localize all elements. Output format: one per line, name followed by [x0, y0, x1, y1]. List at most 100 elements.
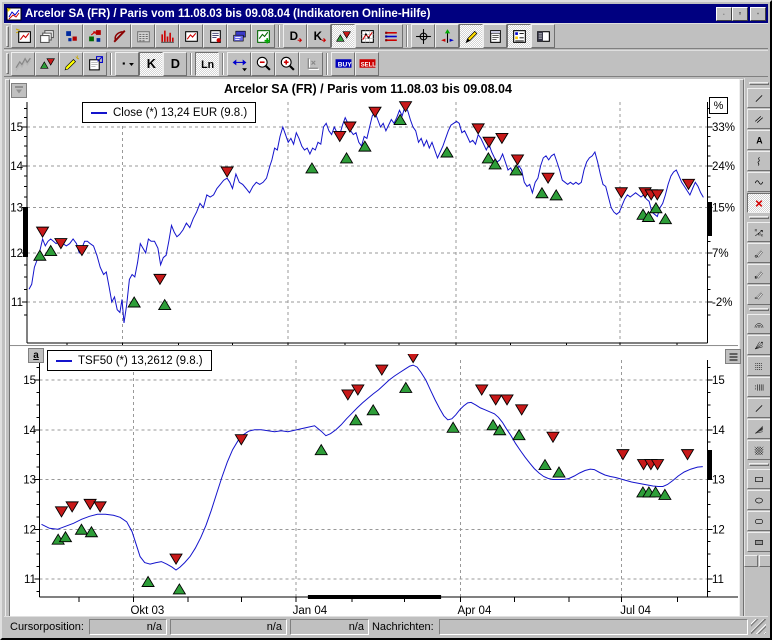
parallel-pen-tool[interactable]: =	[747, 285, 771, 305]
svg-text:A: A	[756, 135, 763, 145]
report-button[interactable]	[203, 24, 227, 48]
svg-text:Ln: Ln	[201, 59, 214, 71]
gd-line-tool[interactable]: G	[747, 243, 771, 263]
trend-channel-tool[interactable]: RMK	[747, 222, 771, 242]
trend-line-tool[interactable]	[747, 398, 771, 418]
toolbar-grip[interactable]	[749, 216, 769, 219]
buy-sell-signals-button[interactable]	[35, 52, 59, 76]
svg-text:G: G	[754, 253, 757, 258]
draw-zigzag-tool[interactable]	[747, 151, 771, 171]
svg-text:K: K	[313, 30, 322, 43]
linked-scatter-button[interactable]	[83, 24, 107, 48]
delete-object-tool[interactable]	[747, 193, 771, 213]
draw-line-tool[interactable]	[747, 88, 771, 108]
annotation-button[interactable]: a	[28, 348, 44, 363]
buy-order-button[interactable]: BUY	[331, 52, 355, 76]
indicator-off-button[interactable]	[107, 24, 131, 48]
new-chart-button[interactable]	[11, 24, 35, 48]
toolbar-scroll-left-button[interactable]	[744, 555, 758, 567]
minimize-button[interactable]	[716, 7, 732, 21]
draw-mode-button[interactable]	[459, 24, 483, 48]
left-splitter[interactable]	[5, 79, 10, 619]
histogram-button[interactable]	[155, 24, 179, 48]
marker-pen-button[interactable]	[59, 52, 83, 76]
pane-menu-button[interactable]	[725, 349, 741, 364]
toolbar-grip[interactable]	[749, 463, 769, 466]
toolbar-separator	[406, 25, 408, 47]
fibonacci-retracement-tool[interactable]	[747, 356, 771, 376]
line-chart-button[interactable]	[179, 24, 203, 48]
vertical-grid-tool[interactable]	[747, 377, 771, 397]
object-list-button[interactable]	[507, 24, 531, 48]
draw-parallel-tool[interactable]	[747, 109, 771, 129]
y-axis-label-right: 7%	[712, 248, 729, 260]
add-chart-button[interactable]	[251, 24, 275, 48]
indicator-lines-button[interactable]	[379, 24, 403, 48]
scatter-button[interactable]	[59, 24, 83, 48]
fit-width-button[interactable]	[227, 52, 251, 76]
zigzag-button[interactable]	[11, 52, 35, 76]
zoom-out-button[interactable]	[251, 52, 275, 76]
daily-data-button[interactable]: D	[283, 24, 307, 48]
maximize-button[interactable]	[732, 7, 748, 21]
y-axis-label-right: 12	[712, 524, 725, 536]
candle-chart-button[interactable]: K	[139, 52, 163, 76]
y-axis-label-left: 11	[24, 574, 36, 586]
close-button[interactable]	[750, 7, 766, 21]
toolbar-separator	[110, 53, 112, 75]
signal-chart-button[interactable]	[355, 24, 379, 48]
toolbar-grip[interactable]	[6, 53, 9, 74]
toolbar-grip[interactable]	[749, 82, 769, 85]
y-axis-label-left: 13	[10, 203, 23, 215]
ed-line-tool[interactable]: E	[747, 264, 771, 284]
grid-hatch-tool[interactable]	[747, 440, 771, 460]
bar-chart-button[interactable]: D	[163, 52, 187, 76]
toolbar-grip[interactable]	[6, 26, 9, 47]
chart-canvas[interactable]: 1533%1424%1315%127%11-2%1515141413131212…	[4, 78, 744, 620]
y-axis-label-right: 11	[712, 574, 724, 586]
sell-order-button[interactable]: SELL	[355, 52, 379, 76]
y-axis-label-right: 14	[712, 425, 725, 437]
tsf50-series-color	[56, 360, 72, 362]
pane-collapse-button[interactable]	[11, 83, 27, 98]
quote-board-button[interactable]	[131, 24, 155, 48]
x-axis-highlight	[308, 595, 441, 599]
properties-button[interactable]	[83, 52, 107, 76]
y-axis-label-left: 14	[10, 161, 23, 173]
toolbar-grip[interactable]	[749, 308, 769, 311]
split-layout-button[interactable]	[531, 24, 555, 48]
fibonacci-arcs-tool[interactable]	[747, 314, 771, 334]
speed-lines-tool[interactable]	[747, 419, 771, 439]
crosshair-button[interactable]	[411, 24, 435, 48]
notes-button[interactable]	[483, 24, 507, 48]
rectangle-tool[interactable]	[747, 469, 771, 489]
app-window: Arcelor SA (FR) / Paris vom 11.08.03 bis…	[0, 0, 772, 640]
price-plot-area[interactable]	[27, 102, 708, 343]
chart-title: Arcelor SA (FR) / Paris vom 11.08.03 bis…	[44, 82, 692, 96]
portfolio-button[interactable]	[227, 24, 251, 48]
filled-rect-tool[interactable]	[747, 532, 771, 552]
line-width-button[interactable]	[115, 52, 139, 76]
tsf50-plot-area[interactable]	[40, 360, 708, 597]
cursor-x-value: n/a	[89, 619, 167, 635]
signals-button[interactable]	[331, 24, 355, 48]
draw-text-tool[interactable]: A	[747, 130, 771, 150]
gann-fan-tool[interactable]	[747, 335, 771, 355]
y-axis-label-left: 15	[23, 375, 36, 387]
log-scale-button[interactable]: Ln	[195, 52, 219, 76]
zoom-in-button[interactable]	[275, 52, 299, 76]
draw-wave-tool[interactable]	[747, 172, 771, 192]
tsf50-legend[interactable]: TSF50 (*) 13,2612 (9.8.)	[47, 350, 212, 371]
percent-scale-button[interactable]: %	[709, 97, 728, 114]
axis-pan-button[interactable]	[299, 52, 323, 76]
title-bar[interactable]: Arcelor SA (FR) / Paris vom 11.08.03 bis…	[4, 4, 768, 23]
ellipse-tool[interactable]	[747, 490, 771, 510]
drawing-toolbar-scroll	[744, 555, 772, 568]
course-data-button[interactable]: K	[307, 24, 331, 48]
scale-mode-button[interactable]	[435, 24, 459, 48]
copy-chart-button[interactable]	[35, 24, 59, 48]
rounded-rect-tool[interactable]	[747, 511, 771, 531]
toolbar-more-button[interactable]	[759, 555, 772, 567]
window-resize-grip[interactable]	[751, 619, 766, 634]
price-legend[interactable]: Close (*) 13,24 EUR (9.8.)	[82, 102, 256, 123]
